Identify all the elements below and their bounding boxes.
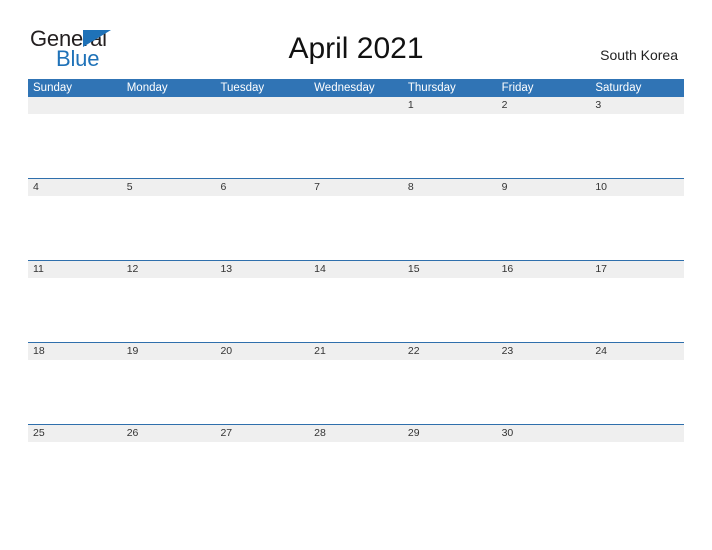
day-cell[interactable] xyxy=(28,97,122,114)
day-cell[interactable]: 20 xyxy=(215,343,309,360)
day-cell[interactable]: 29 xyxy=(403,425,497,442)
week-row: 1 2 3 xyxy=(28,97,684,178)
weekday-friday: Friday xyxy=(501,82,534,94)
day-cell[interactable]: 5 xyxy=(122,179,216,196)
day-cell[interactable]: 2 xyxy=(497,97,591,114)
page-title: April 2021 xyxy=(288,32,424,65)
day-cell[interactable]: 25 xyxy=(28,425,122,442)
calendar-page: General Blue April 2021 South Korea Sund… xyxy=(0,0,712,550)
weekday-header-row: Sunday Monday Tuesday Wednesday Thursday… xyxy=(28,79,684,97)
weekday-sunday: Sunday xyxy=(33,82,73,94)
week-event-area[interactable] xyxy=(28,360,684,424)
day-cell[interactable]: 16 xyxy=(497,261,591,278)
weekday-monday: Monday xyxy=(126,82,168,94)
day-cell[interactable] xyxy=(309,97,403,114)
day-cell[interactable] xyxy=(590,425,684,442)
week-date-band: 4 5 6 7 8 9 10 xyxy=(28,179,684,196)
week-row: 11 12 13 14 15 16 17 xyxy=(28,260,684,342)
general-blue-logo[interactable]: General Blue xyxy=(30,28,230,74)
day-cell[interactable]: 26 xyxy=(122,425,216,442)
blue-triangle-flag-icon xyxy=(83,30,111,47)
day-cell[interactable]: 27 xyxy=(215,425,309,442)
week-event-area[interactable] xyxy=(28,114,684,178)
day-cell[interactable]: 7 xyxy=(309,179,403,196)
day-cell[interactable]: 17 xyxy=(590,261,684,278)
week-row: 4 5 6 7 8 9 10 xyxy=(28,178,684,260)
weekday-tuesday: Tuesday xyxy=(220,82,265,94)
day-cell[interactable]: 13 xyxy=(215,261,309,278)
week-date-band: 11 12 13 14 15 16 17 xyxy=(28,261,684,278)
day-cell[interactable]: 14 xyxy=(309,261,403,278)
day-cell[interactable]: 18 xyxy=(28,343,122,360)
weekday-thursday: Thursday xyxy=(407,82,456,94)
day-cell[interactable]: 11 xyxy=(28,261,122,278)
week-date-band: 1 2 3 xyxy=(28,97,684,114)
day-cell[interactable]: 21 xyxy=(309,343,403,360)
day-cell[interactable]: 10 xyxy=(590,179,684,196)
day-cell[interactable] xyxy=(122,97,216,114)
day-cell[interactable]: 23 xyxy=(497,343,591,360)
day-cell[interactable]: 1 xyxy=(403,97,497,114)
page-header: General Blue April 2021 South Korea xyxy=(0,0,712,79)
day-cell[interactable]: 24 xyxy=(590,343,684,360)
day-cell[interactable]: 15 xyxy=(403,261,497,278)
weekday-wednesday: Wednesday xyxy=(314,82,375,94)
week-date-band: 25 26 27 28 29 30 xyxy=(28,425,684,442)
weekday-saturday: Saturday xyxy=(595,82,642,94)
week-row: 25 26 27 28 29 30 xyxy=(28,424,684,506)
day-cell[interactable]: 19 xyxy=(122,343,216,360)
day-cell[interactable]: 8 xyxy=(403,179,497,196)
day-cell[interactable]: 12 xyxy=(122,261,216,278)
week-row: 18 19 20 21 22 23 24 xyxy=(28,342,684,424)
region-label: South Korea xyxy=(600,47,678,63)
calendar-grid: Sunday Monday Tuesday Wednesday Thursday… xyxy=(28,79,684,506)
day-cell[interactable]: 22 xyxy=(403,343,497,360)
logo-text-blue: Blue xyxy=(56,46,100,71)
day-cell[interactable]: 6 xyxy=(215,179,309,196)
week-event-area[interactable] xyxy=(28,196,684,260)
day-cell[interactable]: 9 xyxy=(497,179,591,196)
week-event-area[interactable] xyxy=(28,278,684,342)
day-cell[interactable]: 30 xyxy=(497,425,591,442)
day-cell[interactable]: 28 xyxy=(309,425,403,442)
day-cell[interactable] xyxy=(215,97,309,114)
week-event-area[interactable] xyxy=(28,442,684,506)
day-cell[interactable]: 3 xyxy=(590,97,684,114)
day-cell[interactable]: 4 xyxy=(28,179,122,196)
week-date-band: 18 19 20 21 22 23 24 xyxy=(28,343,684,360)
